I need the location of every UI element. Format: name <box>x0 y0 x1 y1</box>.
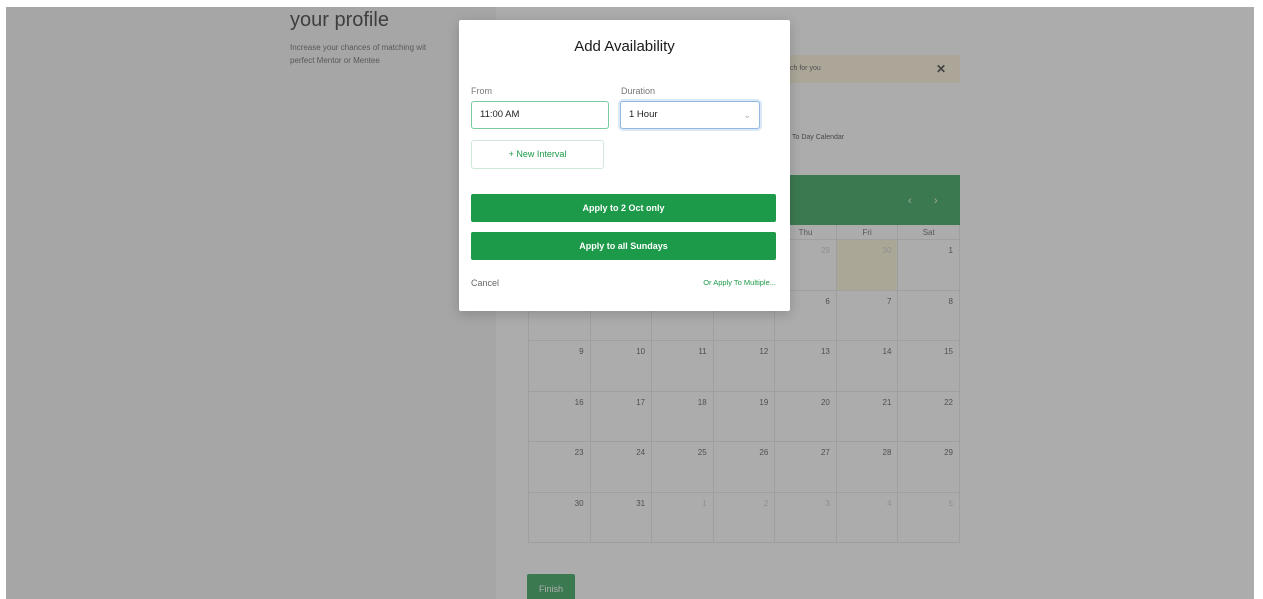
cancel-button[interactable]: Cancel <box>471 278 499 288</box>
from-time-value: 11:00 AM <box>480 109 520 120</box>
duration-select[interactable]: 1 Hour ⌄ <box>620 101 760 129</box>
from-label: From <box>471 86 492 96</box>
new-interval-button[interactable]: + New Interval <box>471 140 604 169</box>
duration-label: Duration <box>621 86 656 96</box>
chevron-down-icon: ⌄ <box>743 110 751 120</box>
add-availability-modal: Add Availability From Duration 11:00 AM … <box>459 20 790 311</box>
apply-to-date-button[interactable]: Apply to 2 Oct only <box>471 194 776 222</box>
duration-value: 1 Hour <box>629 109 658 120</box>
from-time-input[interactable]: 11:00 AM <box>471 101 609 129</box>
apply-to-multiple-link[interactable]: Or Apply To Multiple... <box>703 278 776 287</box>
modal-title: Add Availability <box>574 38 675 55</box>
apply-to-all-sundays-button[interactable]: Apply to all Sundays <box>471 232 776 260</box>
